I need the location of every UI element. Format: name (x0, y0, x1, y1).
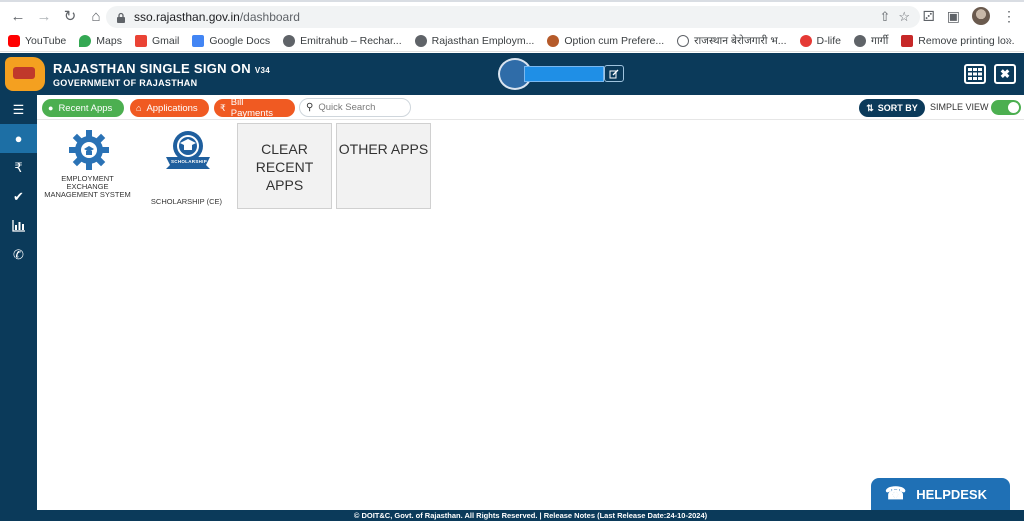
app-title: RAJASTHAN SINGLE SIGN ON V34 (53, 60, 271, 76)
user-profile[interactable] (498, 58, 628, 90)
clear-recent-apps-button[interactable]: CLEAR RECENT APPS (237, 123, 332, 209)
sidebar-item-reports[interactable] (0, 211, 37, 240)
extensions-icon[interactable]: ⚂ (923, 8, 935, 25)
browser-toolbar: ← → ↻ ⌂ sso.rajasthan.gov.in/dashboard ⇧… (0, 0, 1024, 30)
sidebar-item-profile[interactable]: ● (0, 124, 37, 153)
search-icon: ⚲ (306, 102, 314, 113)
user-icon: ● (14, 131, 23, 146)
menu-kebab-icon[interactable]: ⋮ (1002, 8, 1016, 25)
bill-payments-button[interactable]: ₹ Bill Payments (214, 97, 295, 119)
back-icon[interactable]: ← (6, 4, 30, 28)
pdf-icon (901, 34, 914, 47)
phone-icon: ✆ (13, 246, 24, 262)
bookmark-remove-printing[interactable]: Remove printing lo... (901, 34, 1015, 47)
forward-icon[interactable]: → (32, 4, 56, 28)
dlife-icon (799, 34, 812, 47)
app-header: RAJASTHAN SINGLE SIGN ON V34 GOVERNMENT O… (0, 53, 1024, 95)
sidebar: ☰ ● ₹ ✔ ✆ (0, 95, 37, 521)
edit-profile-button[interactable] (604, 65, 624, 82)
globe-icon (414, 34, 427, 47)
telephone-icon: ☎ (885, 484, 907, 503)
simple-view-label: SIMPLE VIEW (930, 102, 989, 112)
youtube-icon (8, 34, 20, 47)
sidebar-item-menu[interactable]: ☰ (0, 95, 37, 124)
scholarship-badge-icon (166, 131, 210, 169)
tile-label: SCHOLARSHIP (CE) (150, 197, 223, 206)
globe-icon (854, 34, 867, 47)
bookmark-berojgari[interactable]: राजस्थान बेरोजगारी भ... (677, 34, 787, 48)
header-titles: RAJASTHAN SINGLE SIGN ON V34 GOVERNMENT O… (53, 61, 270, 88)
simple-view-toggle[interactable] (991, 100, 1021, 115)
apps-grid-button[interactable] (964, 64, 986, 84)
sort-by-button[interactable]: ⇅ SORT BY (859, 99, 925, 117)
bookmark-rajasthan-employment[interactable]: Rajasthan Employm... (414, 34, 534, 47)
logout-button[interactable]: ✖ (994, 64, 1016, 84)
address-bar[interactable]: sso.rajasthan.gov.in/dashboard ⇧ ☆ (106, 6, 920, 28)
tile-label: EMPLOYMENT EXCHANGE MANAGEMENT SYSTEM (44, 174, 131, 199)
other-apps-button[interactable]: OTHER APPS (336, 123, 431, 209)
scholarship-icon-text: SCHOLARSHIP (170, 159, 208, 164)
home-icon: ⌂ (136, 103, 142, 113)
bookmarks-bar: YouTube Maps Gmail Google Docs Emitrahub… (0, 30, 1024, 52)
recent-icon: ● (48, 103, 54, 113)
share-icon[interactable]: ⇧ (879, 9, 890, 25)
lock-icon (116, 12, 126, 23)
sidebar-item-contact[interactable]: ✆ (0, 240, 37, 269)
bookmark-maps[interactable]: Maps (79, 34, 122, 47)
rajasthan-sso-logo (5, 57, 45, 91)
footer: © DOIT&C, Govt. of Rajasthan. All Rights… (37, 510, 1024, 521)
bookmark-gargi[interactable]: गार्गी (854, 34, 888, 48)
maps-pin-icon (79, 34, 92, 47)
bookmark-youtube[interactable]: YouTube (8, 34, 66, 47)
sidepanel-icon[interactable]: ▣ (947, 8, 960, 25)
docs-icon (192, 34, 205, 47)
reload-icon[interactable]: ↻ (58, 4, 82, 28)
helpdesk-button[interactable]: ☎ HELPDESK (871, 478, 1010, 510)
bookmark-star-icon[interactable]: ☆ (898, 9, 910, 25)
bookmark-option-cum-preference[interactable]: Option cum Prefere... (547, 34, 664, 47)
bookmark-dlife[interactable]: D-life (799, 34, 841, 47)
sort-icon: ⇅ (866, 102, 874, 113)
edit-icon (609, 69, 619, 78)
tile-scholarship-ce[interactable]: SCHOLARSHIP SCHOLARSHIP (CE) (139, 123, 234, 209)
url-host: sso.rajasthan.gov.in (134, 10, 240, 24)
grid-icon (968, 68, 982, 80)
gear-icon (69, 130, 109, 170)
bookmark-emitrahub[interactable]: Emitrahub – Rechar... (283, 34, 402, 47)
gmail-icon (134, 34, 147, 47)
bookmark-gmail[interactable]: Gmail (134, 34, 179, 47)
app-subtitle: GOVERNMENT OF RAJASTHAN (53, 77, 198, 88)
profile-avatar[interactable] (972, 7, 990, 25)
bookmarks-overflow-icon[interactable]: » (1005, 33, 1012, 47)
rupee-icon: ₹ (14, 159, 23, 175)
sidebar-item-payments[interactable]: ₹ (0, 153, 37, 182)
home-icon[interactable]: ⌂ (84, 4, 108, 28)
emblem-icon (547, 34, 560, 47)
tile-label: OTHER APPS (338, 141, 429, 157)
close-icon: ✖ (999, 67, 1011, 81)
tile-label: CLEAR RECENT APPS (255, 141, 314, 193)
url-path: /dashboard (239, 10, 300, 24)
rupee-icon: ₹ (220, 102, 226, 113)
tile-employment-exchange[interactable]: EMPLOYMENT EXCHANGE MANAGEMENT SYSTEM (40, 123, 135, 209)
check-circle-icon: ✔ (13, 188, 24, 204)
bulb-icon (677, 34, 690, 47)
applications-button[interactable]: ⌂ Applications (130, 99, 209, 117)
search-placeholder: Quick Search (318, 102, 376, 113)
quick-search-input[interactable]: ⚲ Quick Search (299, 98, 411, 117)
bar-chart-icon (12, 219, 25, 232)
globe-icon (283, 34, 296, 47)
version-label: V34 (254, 65, 271, 75)
user-name-redacted (524, 66, 604, 82)
bookmark-google-docs[interactable]: Google Docs (192, 34, 270, 47)
sidebar-item-status[interactable]: ✔ (0, 182, 37, 211)
list-icon: ☰ (12, 101, 25, 117)
dashboard-toolbar: ● Recent Apps ⌂ Applications ₹ Bill Payment… (37, 95, 1024, 120)
recent-apps-button[interactable]: ● Recent Apps (42, 99, 124, 117)
